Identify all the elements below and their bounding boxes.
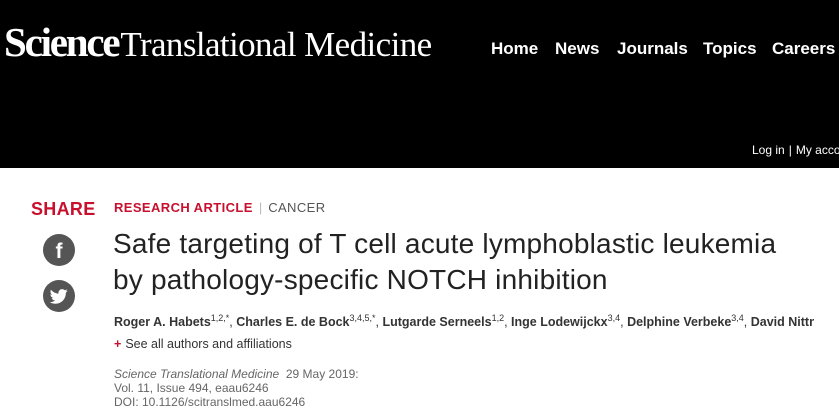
see-all-authors-label: See all authors and affiliations xyxy=(125,337,292,351)
facebook-share-button[interactable]: f xyxy=(43,234,75,266)
see-all-authors-link[interactable]: + See all authors and affiliations xyxy=(114,337,292,351)
author-affiliation: 3,4 xyxy=(607,313,621,323)
author-name[interactable]: Inge Lodewijckx xyxy=(511,315,608,329)
citation-info: Science Translational Medicine 29 May 20… xyxy=(114,367,359,409)
citation-journal-line: Science Translational Medicine 29 May 20… xyxy=(114,367,359,381)
citation-date: 29 May 2019: xyxy=(285,367,359,381)
nav-home[interactable]: Home xyxy=(491,39,538,59)
author-name[interactable]: Delphine Verbeke xyxy=(627,315,731,329)
share-label: SHARE xyxy=(31,199,96,219)
author-affiliation: 1,2,* xyxy=(210,313,230,323)
citation-doi[interactable]: DOI: 10.1126/scitranslmed.aau6246 xyxy=(114,395,359,409)
author-affiliation: 1,2 xyxy=(491,313,505,323)
citation-volume: Vol. 11, Issue 494, eaau6246 xyxy=(114,381,269,395)
author-list: Roger A. Habets1,2,*, Charles E. de Bock… xyxy=(114,313,814,329)
nav-careers[interactable]: Careers xyxy=(772,39,835,59)
login-link[interactable]: Log in xyxy=(752,143,785,157)
article-type[interactable]: RESEARCH ARTICLE xyxy=(114,200,253,215)
author-name[interactable]: Lutgarde Serneels xyxy=(382,315,491,329)
logo-translational-medicine: Translational Medicine xyxy=(120,25,432,64)
author-affiliation: 3,4,5,* xyxy=(349,313,376,323)
author-affiliation: 3,4 xyxy=(731,313,744,323)
twitter-share-button[interactable] xyxy=(43,280,75,312)
util-separator: | xyxy=(788,143,792,157)
kicker-divider: | xyxy=(258,200,263,215)
account-links: Log in| My accou xyxy=(752,143,839,157)
author-name[interactable]: Roger A. Habets xyxy=(114,315,211,329)
logo-science: Science xyxy=(4,19,121,65)
nav-journals[interactable]: Journals xyxy=(617,39,688,59)
article-title-line1: Safe targeting of T cell acute lymphobla… xyxy=(113,228,777,259)
citation-journal: Science Translational Medicine xyxy=(114,367,280,381)
site-logo[interactable]: ScienceTranslational Medicine xyxy=(4,18,432,66)
author-name[interactable]: David Nittne… xyxy=(751,315,814,329)
author-name[interactable]: Charles E. de Bock xyxy=(236,315,349,329)
site-header: ScienceTranslational Medicine Home News … xyxy=(0,0,839,168)
facebook-icon: f xyxy=(55,239,63,263)
article-title: Safe targeting of T cell acute lymphobla… xyxy=(113,226,813,298)
expand-plus-icon: + xyxy=(114,337,122,351)
nav-topics[interactable]: Topics xyxy=(703,39,757,59)
article-title-line2: by pathology-specific NOTCH inhibition xyxy=(113,264,608,295)
nav-news[interactable]: News xyxy=(555,39,599,59)
article-kicker: RESEARCH ARTICLE | CANCER xyxy=(114,200,326,215)
twitter-icon xyxy=(50,288,68,304)
article-subject[interactable]: CANCER xyxy=(268,200,325,215)
my-account-link[interactable]: My accou xyxy=(796,143,839,157)
